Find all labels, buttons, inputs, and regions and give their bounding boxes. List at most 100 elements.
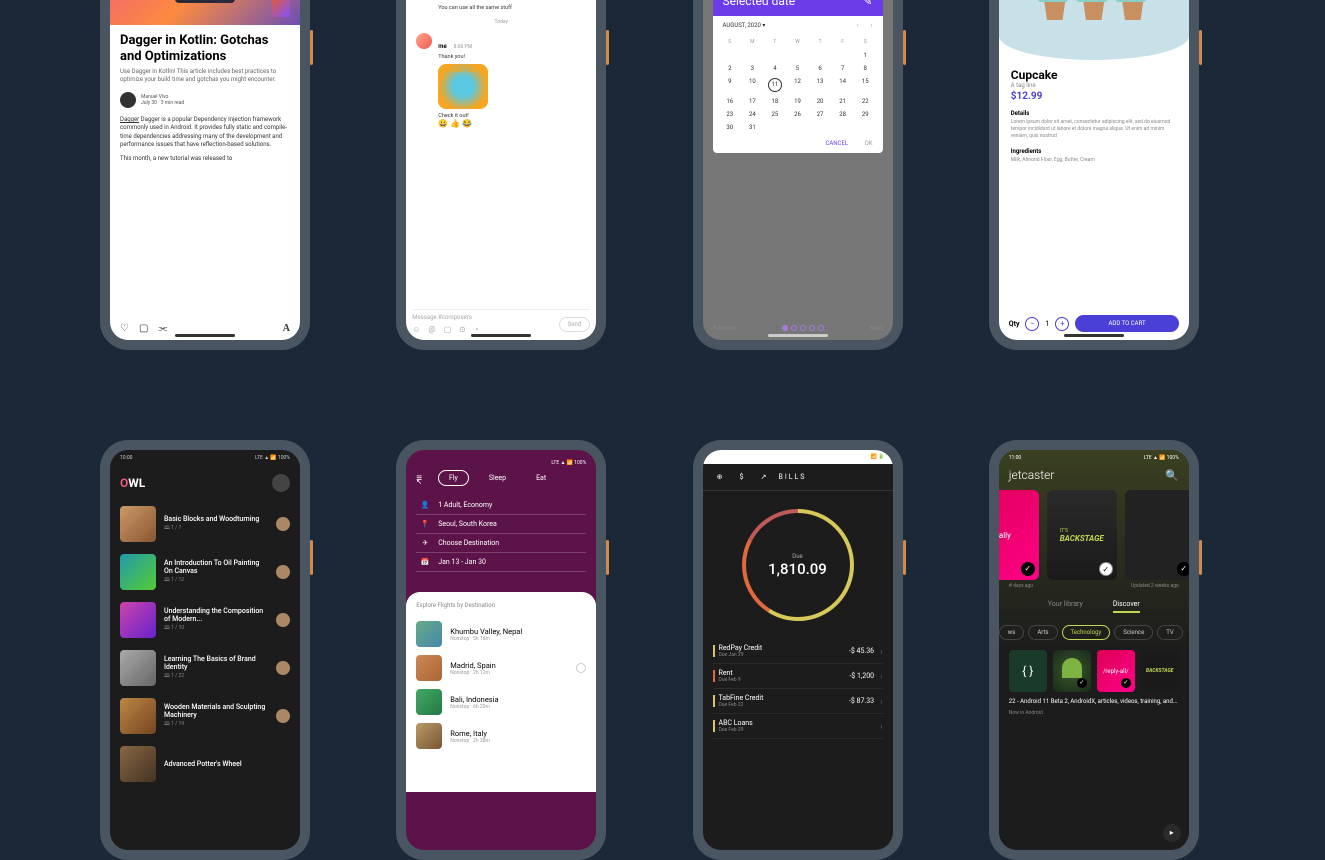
destination-item[interactable]: Rome, ItalyNonstop · 2h 38m [416,719,586,753]
podcast-tile[interactable]: /reply-all/✓ [1097,650,1135,692]
chip-active[interactable]: Technology [1062,625,1111,640]
edit-icon[interactable]: ✎ [862,0,872,8]
next-button[interactable]: Next [870,325,882,332]
podcast-tile[interactable]: { } [1009,650,1047,692]
article-screen: < > Dagger in Kotlin: Gotchas and Optimi… [110,0,300,340]
check-icon[interactable]: ✓ [1077,678,1087,688]
overview-icon[interactable]: ⊕ [713,470,727,484]
check-icon[interactable]: ✓ [1121,678,1131,688]
emoji-icon[interactable]: ☺ [412,325,420,334]
menu-icon[interactable]: ≡↖ [416,473,428,484]
play-button[interactable]: ▸ [1163,824,1181,842]
chip[interactable]: Arts [1028,625,1057,640]
tab-library[interactable]: Your library [1048,600,1083,613]
profile-icon[interactable] [272,474,290,492]
podcast-tile[interactable]: ✓ [1053,650,1091,692]
bills-list: RedPay CreditDue Jan 29-$ 45.36› RentDue… [703,639,893,739]
font-icon[interactable]: A [283,323,290,334]
list-item[interactable]: Wooden Materials and Sculpting Machinery… [110,692,300,740]
next-month-icon[interactable]: › [871,22,873,29]
prev-month-icon[interactable]: ‹ [857,22,859,29]
status-bar: LTE ▲ 📶 100% [416,460,586,466]
dest-thumb [416,621,442,647]
previous-button[interactable]: Previous [713,325,736,332]
accounts-icon[interactable]: $ [735,470,749,484]
qty-value: 1 [1045,320,1049,328]
cupcake-image [1115,0,1150,20]
podcast-row[interactable]: { } ✓ /reply-all/✓ BACKSTAGE [999,644,1189,694]
share-icon[interactable]: ⫘ [158,323,167,334]
origin-field[interactable]: 📍Seoul, South Korea [416,515,586,534]
category-chips[interactable]: ws Arts Technology Science TV [999,621,1189,644]
tab-sleep[interactable]: Sleep [479,471,516,485]
destination-field[interactable]: ✈Choose Destination [416,534,586,553]
check-icon[interactable]: ✓ [1021,562,1035,576]
month-label[interactable]: AUGUST, 2020 ▾ [723,22,766,29]
podcast-card[interactable]: -ally✓ [999,490,1039,580]
list-item[interactable]: An Introduction To Oil Painting On Canva… [110,548,300,596]
bill-item[interactable]: RedPay CreditDue Jan 29-$ 45.36› [713,639,883,664]
bill-item[interactable]: ABC LoansDue Feb 29› [713,714,883,739]
qty-plus-button[interactable]: + [1055,317,1069,331]
cancel-button[interactable]: CANCEL [825,140,848,147]
check-icon[interactable]: ✓ [1177,562,1189,576]
flights-header: LTE ▲ 📶 100% ≡↖ Fly Sleep Eat 👤1 Adult, … [406,450,596,582]
image-icon[interactable]: ▢ [444,325,452,334]
nav-bar [471,334,531,337]
more-icon[interactable]: ◔ [474,325,479,334]
add-to-cart-button[interactable]: ADD TO CART [1075,315,1178,332]
destination-item[interactable]: Madrid, SpainNonstop · 2h 12m [416,651,586,685]
list-item[interactable]: Learning The Basics of Brand Identity🕮 1… [110,644,300,692]
product-title: Cupcake [1011,68,1177,82]
episode-title[interactable]: 22 - Android 11 Beta 2, AndroidX, articl… [999,694,1189,710]
bookmark-icon[interactable]: ▢ [139,323,148,334]
phone-owl: 10:00 LTE ▲ 📶 100% OWL Basic Blocks and … [100,440,310,860]
course-list[interactable]: Basic Blocks and Woodturning🕮 1 / 7 An I… [110,500,300,788]
tab-discover[interactable]: Discover [1113,600,1140,613]
ok-button[interactable]: OK [865,140,873,147]
podcast-card[interactable]: ✓ [1125,490,1189,580]
bill-item[interactable]: RentDue Feb 9-$ 1,200› [713,664,883,689]
heart-icon[interactable]: ♡ [120,323,129,334]
list-item[interactable]: Advanced Potter's Wheel [110,740,300,788]
calendar-day[interactable]: 1 [854,52,877,59]
qty-minus-button[interactable]: − [1025,317,1039,331]
list-item[interactable]: Basic Blocks and Woodturning🕮 1 / 7 [110,500,300,548]
tab-eat[interactable]: Eat [526,471,556,485]
destination-item[interactable]: Khumbu Valley, NepalNonstop · 5h 16m [416,617,586,651]
author-meta: Manuel Vivo July 30 · 3 min read [141,94,184,106]
destination-item[interactable]: Bali, IndonesiaNonstop · 6h 20m [416,685,586,719]
product-tagline: A tag line [1011,82,1177,89]
calendar-day[interactable]: 2 [719,65,742,72]
chat-avatar[interactable] [416,33,432,49]
location-icon[interactable]: ⊙ [459,325,466,334]
power-button [606,540,609,575]
chip[interactable]: ws [999,625,1025,640]
featured-row[interactable]: -ally✓ IT'SBACKSTAGE ✓ ✓ [999,490,1189,580]
check-icon[interactable]: ✓ [1099,562,1113,576]
details-text: Lorem ipsum dolor sit amet, consectetur … [1011,119,1177,140]
emoji-reactions[interactable]: 😀 👍 😂 [438,119,586,128]
date-picker-modal: SELECT A DATE Selected date ✎ AUGUST, 20… [713,0,883,153]
section-tabs: Your library Discover [999,592,1189,621]
bills-icon[interactable]: ↗ [757,470,771,484]
send-button[interactable]: Send [559,317,590,332]
category-tabs: ≡↖ Fly Sleep Eat [416,470,586,486]
podcast-tile[interactable]: BACKSTAGE [1141,650,1179,692]
bill-item[interactable]: TabFine CreditDue Feb 22-$ 87.33› [713,689,883,714]
page-dot[interactable] [782,325,788,331]
podcast-card[interactable]: IT'SBACKSTAGE ✓ [1047,490,1117,580]
tab-fly[interactable]: Fly [438,470,469,486]
month-selector: AUGUST, 2020 ▾ ‹ › [713,16,883,35]
list-item[interactable]: Understanding the Composition of Modern.… [110,596,300,644]
message-input[interactable]: Message #composers [412,314,555,321]
instructor-avatar [276,517,290,531]
at-icon[interactable]: @ [428,325,435,334]
radio-icon[interactable] [576,663,586,673]
dates-field[interactable]: 📅Jan 13 - Jan 30 [416,553,586,572]
search-icon[interactable]: 🔍 [1165,469,1179,482]
chip[interactable]: Science [1114,625,1153,640]
chip[interactable]: TV [1157,625,1182,640]
passengers-field[interactable]: 👤1 Adult, Economy [416,496,586,515]
calendar-day-selected[interactable]: 11 [768,78,782,92]
